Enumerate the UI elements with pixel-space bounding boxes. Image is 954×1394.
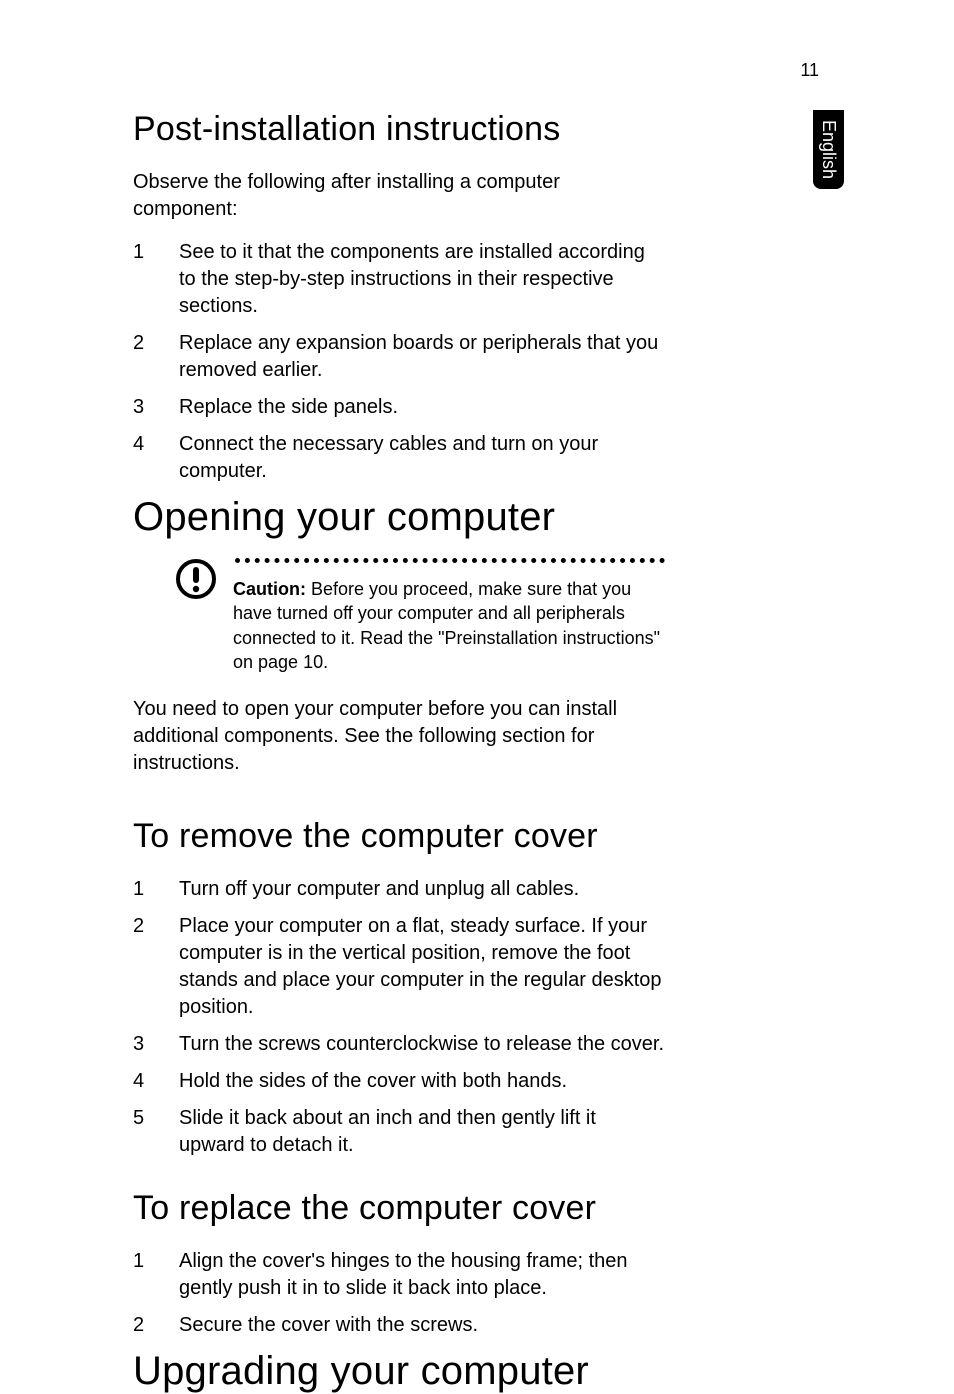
list-item: Align the cover's hinges to the housing … xyxy=(133,1248,665,1302)
heading-post-installation: Post-installation instructions xyxy=(133,110,665,149)
list-remove-cover: Turn off your computer and unplug all ca… xyxy=(133,876,665,1159)
list-item: Connect the necessary cables and turn on… xyxy=(133,431,665,485)
list-post-installation: See to it that the components are instal… xyxy=(133,239,665,485)
intro-opening: You need to open your computer before yo… xyxy=(133,696,665,777)
caution-label: Caution: xyxy=(233,579,306,599)
list-item: Turn the screws counterclockwise to rele… xyxy=(133,1031,665,1058)
caution-text: Caution: Before you proceed, make sure t… xyxy=(233,577,665,674)
heading-remove-cover: To remove the computer cover xyxy=(133,817,665,856)
list-item: Replace the side panels. xyxy=(133,394,665,421)
language-tab: English xyxy=(813,110,844,189)
list-item: See to it that the components are instal… xyxy=(133,239,665,320)
list-item: Turn off your computer and unplug all ca… xyxy=(133,876,665,903)
list-replace-cover: Align the cover's hinges to the housing … xyxy=(133,1248,665,1339)
caution-block: Caution: Before you proceed, make sure t… xyxy=(175,558,665,674)
page-number: 11 xyxy=(800,60,819,81)
list-item: Secure the cover with the screws. xyxy=(133,1312,665,1339)
list-item: Slide it back about an inch and then gen… xyxy=(133,1105,665,1159)
intro-post-installation: Observe the following after installing a… xyxy=(133,169,665,223)
page-content: Post-installation instructions Observe t… xyxy=(0,0,820,1394)
list-item: Place your computer on a flat, steady su… xyxy=(133,913,665,1021)
caution-icon xyxy=(175,558,217,605)
dotted-divider xyxy=(235,558,665,563)
list-item: Hold the sides of the cover with both ha… xyxy=(133,1068,665,1095)
caution-content: Caution: Before you proceed, make sure t… xyxy=(233,558,665,674)
list-item: Replace any expansion boards or peripher… xyxy=(133,330,665,384)
heading-replace-cover: To replace the computer cover xyxy=(133,1189,665,1228)
heading-opening-computer: Opening your computer xyxy=(133,495,665,540)
heading-upgrading-computer: Upgrading your computer xyxy=(133,1349,665,1394)
